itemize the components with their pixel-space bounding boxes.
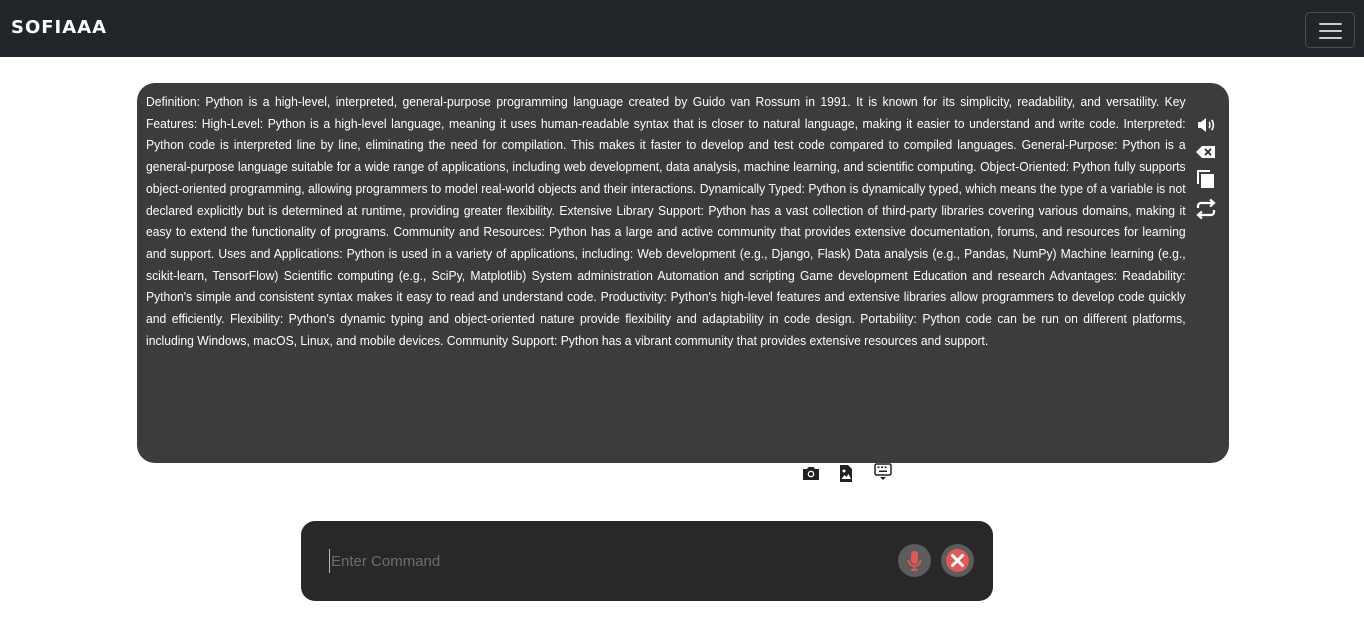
brand-logo[interactable]: SOFIAAA [11, 17, 107, 38]
response-output-panel: Definition: Python is a high-level, inte… [137, 83, 1229, 463]
navbar: SOFIAAA [0, 0, 1364, 57]
menu-toggle-button[interactable] [1305, 12, 1355, 48]
repeat-icon[interactable] [1195, 198, 1217, 220]
command-input[interactable] [329, 549, 889, 573]
image-file-icon[interactable] [836, 463, 856, 483]
close-icon [946, 549, 969, 572]
backspace-clear-icon[interactable] [1195, 141, 1217, 163]
hamburger-line [1319, 37, 1342, 39]
keyboard-icon[interactable] [873, 462, 893, 482]
mic-button[interactable] [898, 544, 931, 577]
command-bar [301, 521, 993, 601]
clear-command-button[interactable] [941, 544, 974, 577]
response-text: Definition: Python is a high-level, inte… [146, 94, 1186, 348]
speaker-icon[interactable] [1195, 114, 1217, 136]
camera-icon[interactable] [801, 463, 821, 483]
microphone-icon [907, 551, 922, 571]
copy-icon[interactable] [1195, 168, 1217, 190]
hamburger-menu-icon [1319, 23, 1342, 25]
hamburger-line [1319, 30, 1342, 32]
